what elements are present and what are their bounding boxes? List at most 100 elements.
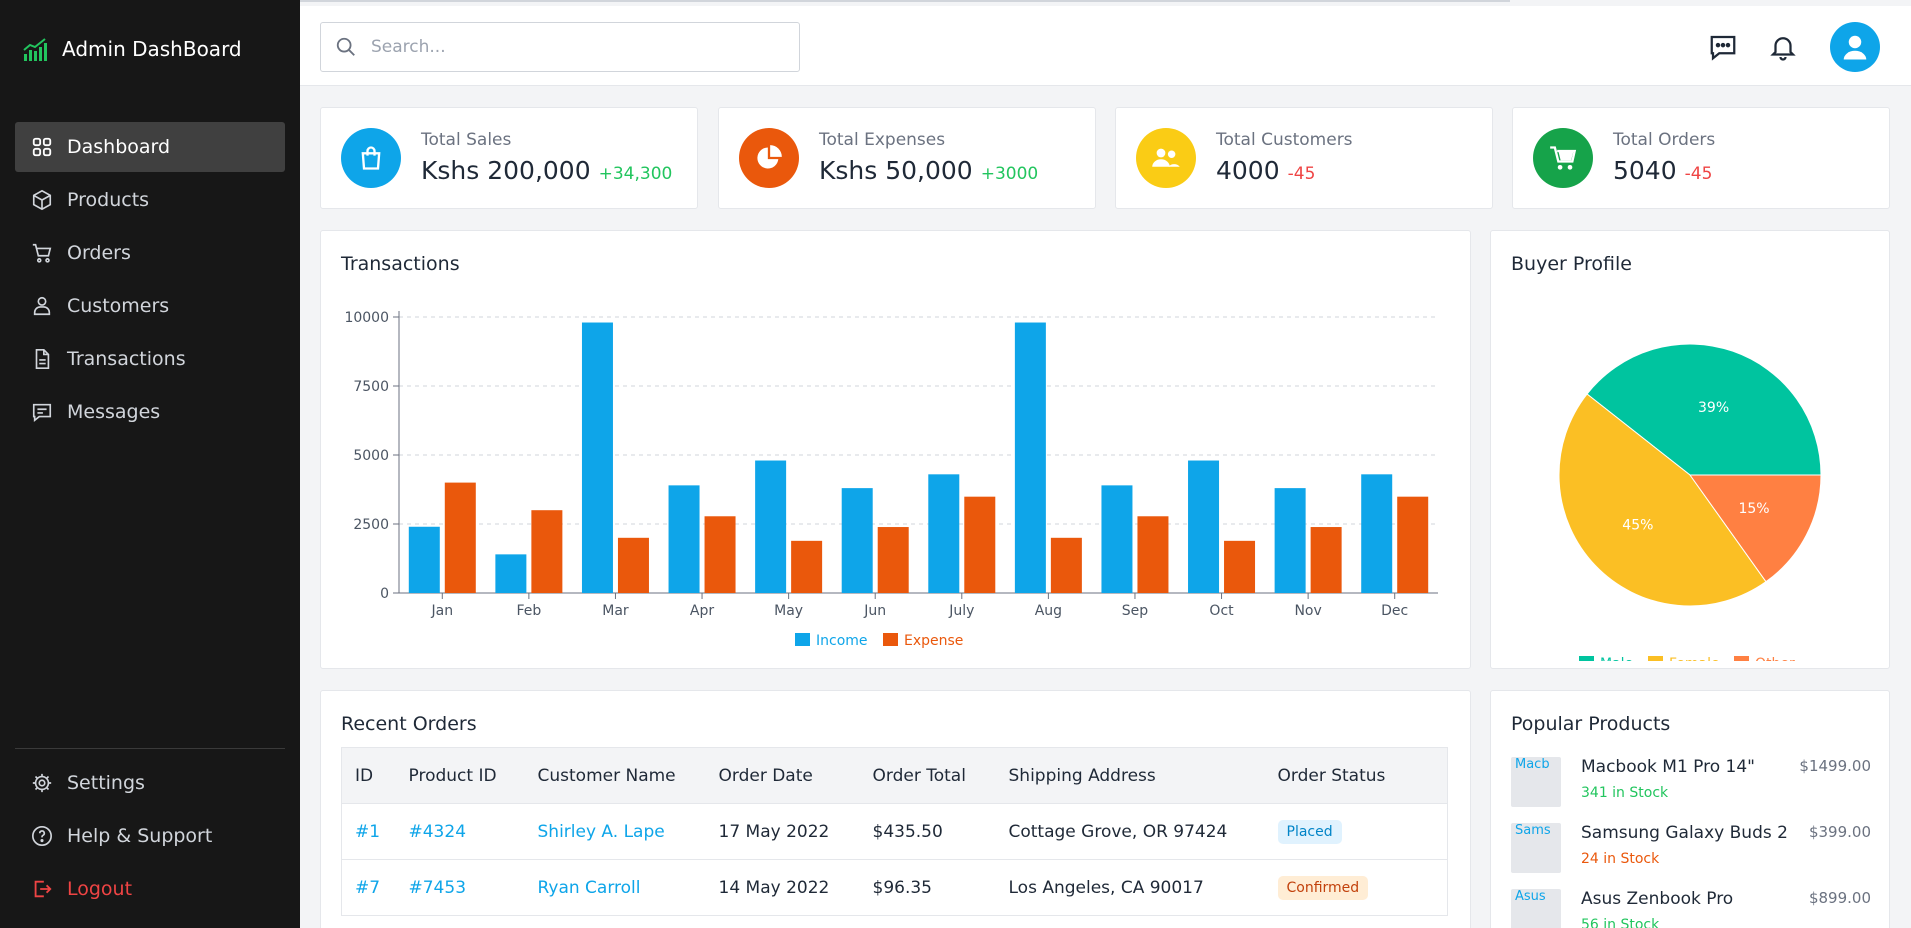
column-header[interactable]: Order Total: [859, 747, 996, 804]
order-total: $435.50: [859, 803, 996, 860]
sidebar-item-dashboard[interactable]: Dashboard: [15, 122, 285, 172]
x-tick-label: Jun: [863, 603, 886, 619]
legend-label: Expense: [904, 633, 963, 649]
x-tick-label: Sep: [1122, 603, 1149, 619]
bar-expense: [1137, 516, 1169, 593]
stat-value-row: Kshs 200,000 +34,300: [421, 156, 672, 185]
sidebar-item-label: Messages: [67, 401, 161, 423]
sidebar-item-logout[interactable]: Logout: [15, 864, 285, 914]
x-tick-label: Aug: [1035, 603, 1062, 619]
stat-card-total-expenses: Total Expenses Kshs 50,000 +3000: [718, 107, 1096, 209]
pie-chart-icon: [757, 145, 782, 169]
stat-icon-circle: [1136, 128, 1196, 188]
legend-swatch: [1648, 656, 1663, 661]
bar-income: [1274, 488, 1306, 593]
x-tick-label: Apr: [690, 603, 714, 619]
stat-delta: +3000: [980, 164, 1039, 184]
sidebar-item-orders[interactable]: Orders: [15, 228, 285, 278]
legend-label: Other: [1755, 656, 1795, 661]
product-id-link[interactable]: #4324: [409, 822, 467, 842]
stat-value-row: 5040 -45: [1613, 156, 1712, 185]
chat-icon[interactable]: [1708, 32, 1738, 62]
recent-orders-card: Recent Orders ID Product ID Customer Nam…: [320, 690, 1471, 928]
sidebar-item-help[interactable]: Help & Support: [15, 811, 285, 861]
customer-name-link[interactable]: Ryan Carroll: [538, 878, 641, 898]
column-header[interactable]: Shipping Address: [995, 747, 1265, 804]
column-header[interactable]: Product ID: [395, 747, 525, 804]
status-badge: Placed: [1277, 819, 1342, 844]
x-tick-label: July: [948, 603, 974, 619]
product-name: Asus Zenbook Pro: [1581, 889, 1734, 909]
sidebar-item-label: Help & Support: [67, 825, 213, 847]
product-name: Samsung Galaxy Buds 2: [1581, 823, 1788, 843]
stat-delta: -45: [1287, 164, 1316, 184]
stat-value: 5040: [1613, 156, 1677, 185]
sidebar-item-label: Logout: [67, 878, 133, 900]
column-header[interactable]: Order Status: [1264, 747, 1448, 804]
avatar[interactable]: [1830, 22, 1880, 72]
bar-income: [408, 526, 440, 593]
product-id-link[interactable]: #7453: [409, 878, 467, 898]
bar-expense: [1224, 540, 1256, 593]
users-icon: [33, 296, 51, 316]
stat-value: Kshs 50,000: [819, 156, 973, 185]
sidebar-item-label: Customers: [67, 295, 170, 317]
brand[interactable]: Admin DashBoard: [22, 36, 242, 62]
bar-expense: [791, 540, 823, 593]
pie-slice-label: 15%: [1738, 501, 1769, 517]
column-header[interactable]: ID: [341, 747, 396, 804]
sidebar-nav: Dashboard Products Orders Customers Tran…: [15, 122, 285, 440]
transactions-card: Transactions 0 2500 5000 7500 10000 Jan Feb Mar…: [320, 230, 1471, 669]
column-header[interactable]: Order Date: [705, 747, 860, 804]
stat-value: Kshs 200,000: [421, 156, 591, 185]
sidebar-item-products[interactable]: Products: [15, 175, 285, 225]
pie-slice-label: 39%: [1698, 400, 1729, 416]
bar-expense: [444, 482, 476, 593]
search-icon: [336, 37, 355, 56]
bell-icon[interactable]: [1768, 32, 1798, 62]
people-icon: [1152, 148, 1180, 167]
x-tick-label: Nov: [1294, 603, 1321, 619]
image-alt-text: Sams: [1515, 823, 1551, 838]
customer-name-link[interactable]: Shirley A. Lape: [538, 822, 665, 842]
sidebar-item-settings[interactable]: Settings: [15, 758, 285, 808]
popular-products-title: Popular Products: [1511, 713, 1671, 735]
order-date: 17 May 2022: [705, 803, 860, 860]
x-tick-label: Mar: [602, 603, 629, 619]
stat-value: 4000: [1216, 156, 1280, 185]
bar-expense: [1050, 537, 1082, 593]
bar-expense: [1397, 496, 1429, 593]
sidebar-item-transactions[interactable]: Transactions: [15, 334, 285, 384]
user-icon: [1843, 35, 1867, 60]
sidebar-item-label: Settings: [67, 772, 145, 794]
product-item[interactable]: Asus Asus Zenbook Pro 56 in Stock $899.0…: [1511, 889, 1871, 928]
bar-income: [1188, 460, 1220, 593]
search-box[interactable]: [320, 22, 800, 72]
top-header: [300, 6, 1911, 86]
sidebar-item-customers[interactable]: Customers: [15, 281, 285, 331]
message-icon: [32, 403, 52, 422]
product-price: $1499.00: [1799, 757, 1871, 775]
gear-icon: [32, 773, 52, 793]
sidebar-item-messages[interactable]: Messages: [15, 387, 285, 437]
bar-income: [668, 485, 700, 593]
product-name: Macbook M1 Pro 14": [1581, 757, 1755, 777]
product-item[interactable]: Sams Samsung Galaxy Buds 2 24 in Stock $…: [1511, 823, 1871, 879]
shipping-address: Los Angeles, CA 90017: [995, 859, 1265, 916]
bar-income: [495, 554, 527, 593]
order-id-link[interactable]: #1: [355, 822, 380, 842]
legend-label: Male: [1600, 656, 1633, 661]
document-icon: [35, 349, 50, 369]
stat-delta: +34,300: [598, 164, 673, 184]
order-id-link[interactable]: #7: [355, 878, 380, 898]
cart-icon: [32, 243, 52, 263]
legend-swatch: [1734, 656, 1749, 661]
search-input[interactable]: [371, 37, 771, 57]
product-item[interactable]: Macb Macbook M1 Pro 14" 341 in Stock $14…: [1511, 757, 1871, 813]
column-header[interactable]: Customer Name: [524, 747, 706, 804]
stat-value-row: Kshs 50,000 +3000: [819, 156, 1038, 185]
legend-swatch: [1579, 656, 1594, 661]
bar-expense: [877, 527, 909, 593]
y-tick-label: 5000: [353, 448, 389, 464]
sidebar-item-label: Transactions: [67, 348, 186, 370]
